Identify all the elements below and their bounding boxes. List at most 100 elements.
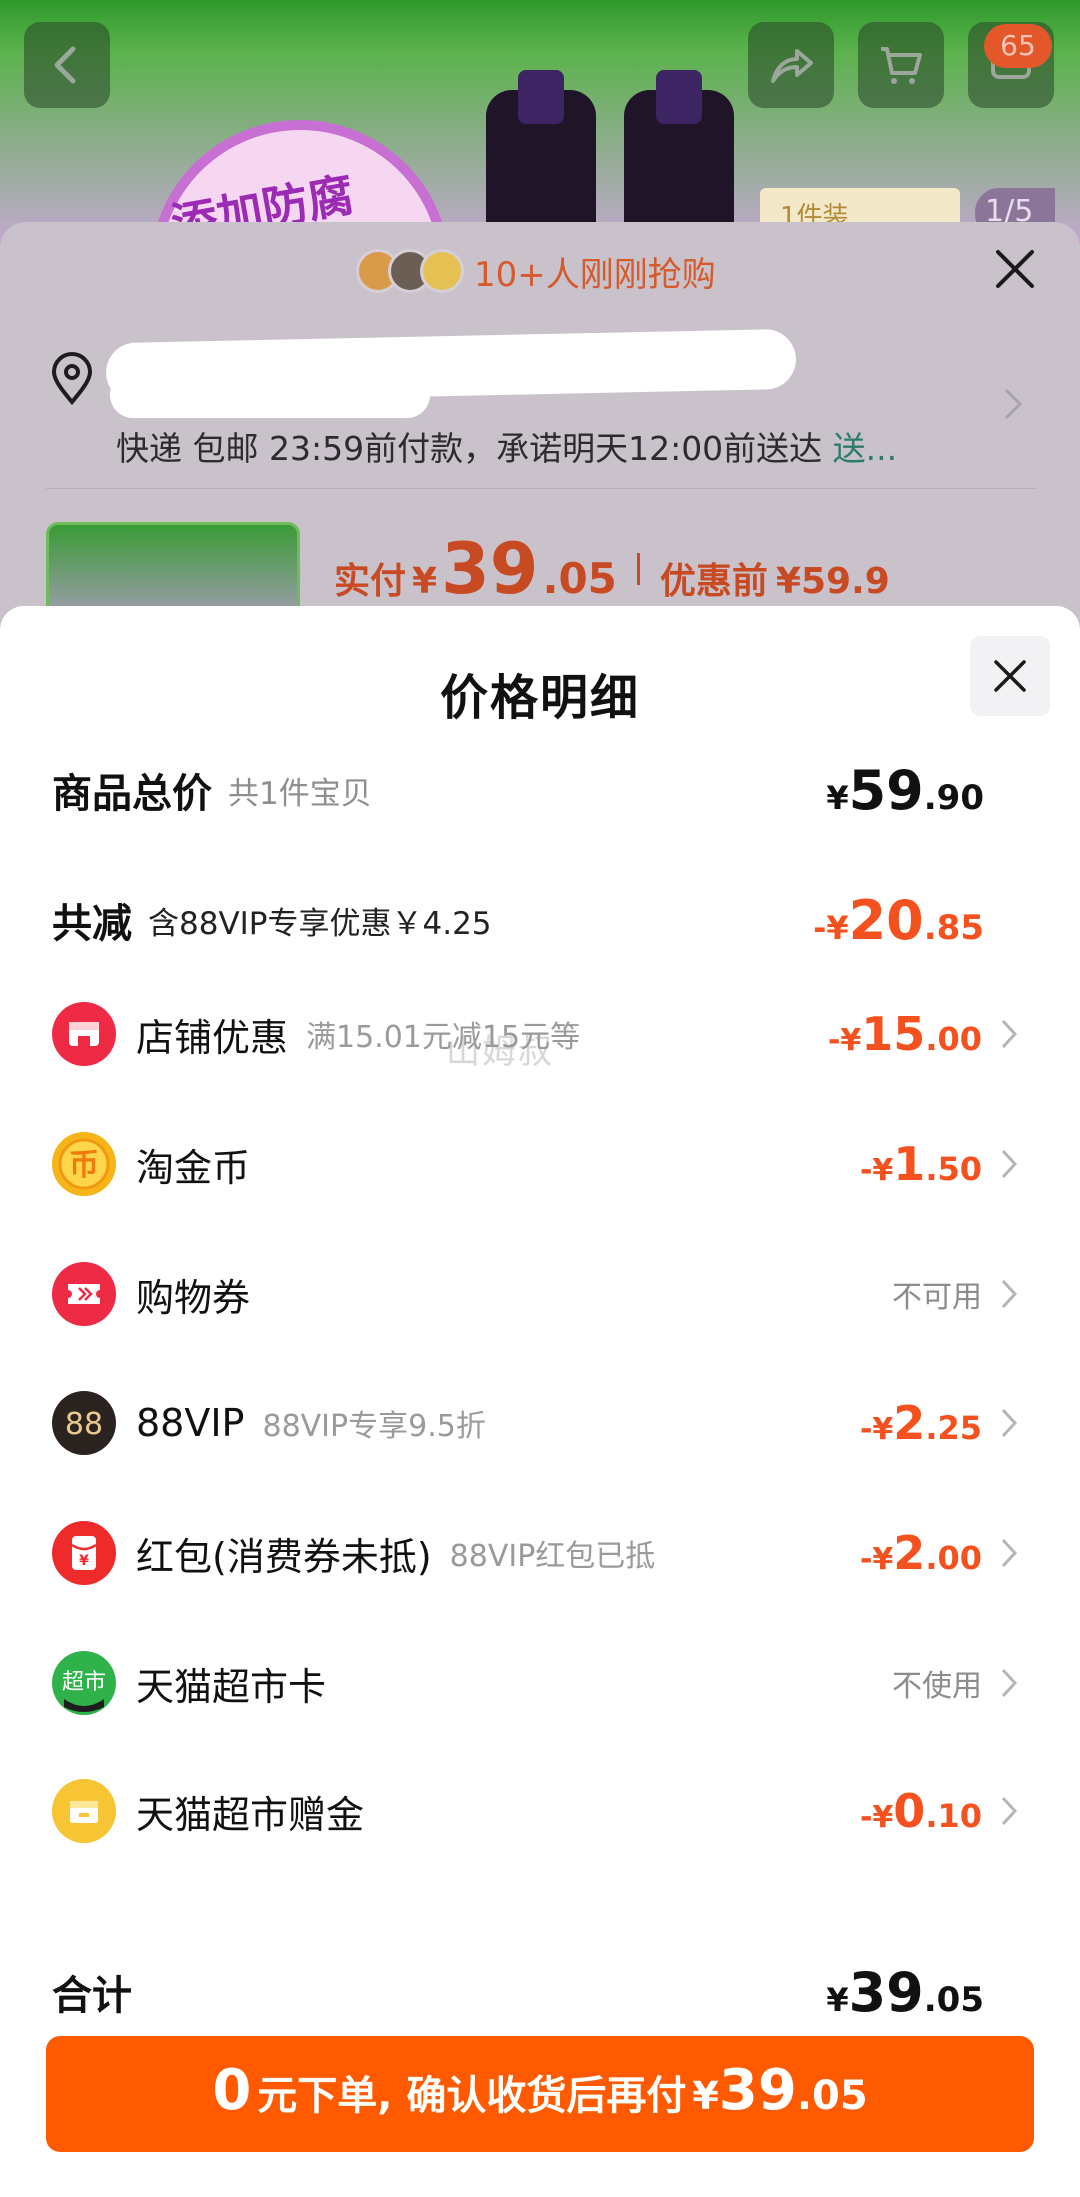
amount-dec: .00 [925,1539,982,1577]
currency-symbol: -¥ [859,1412,894,1447]
amount-dec: .25 [925,1409,982,1447]
discount-amount: -¥ 2 .00 [860,1526,982,1580]
discount-row-store-coupon[interactable]: 店铺优惠 满15.01元减15元等 -¥ 15 .00 [52,989,1020,1079]
discount-desc: 88VIP红包已抵 [449,1539,656,1574]
tmall-supermarket-card-icon: 超市 [52,1651,116,1715]
total-goods-label: 商品总价 [52,771,212,817]
cta-text: 元下单, 确认收货后再付 [257,2073,687,2119]
place-order-button[interactable]: 0 元下单, 确认收货后再付 ¥ 39 .05 [46,2036,1034,2152]
discount-value: -¥ 15 .00 [828,1007,1020,1061]
tmall-gift-money-icon [52,1779,116,1843]
shipping-more-link[interactable]: 送... [833,429,897,468]
price-int: 39 [441,528,539,610]
chevron-right-icon[interactable] [1000,386,1024,422]
share-button[interactable] [748,22,834,108]
store-coupon-icon [52,1002,116,1066]
total-reduction-label: 共减 [52,901,132,947]
price-currency: ¥ [412,561,438,602]
paid-label: 实付 [334,561,407,602]
currency-symbol: -¥ [859,1153,894,1188]
amount-int: 0 [893,1784,926,1838]
total-goods-row: 商品总价 共1件宝贝 ¥ 59 .90 [52,750,984,830]
red-packet-icon: ¥ [52,1521,116,1585]
svg-text:¥: ¥ [79,1553,89,1569]
currency-symbol: -¥ [813,908,849,947]
discount-value: -¥ 1 .50 [860,1137,1020,1191]
discount-name: 购物券 [136,1275,251,1320]
total-reduction-note: 含88VIP专享优惠￥4.25 [148,905,492,942]
grand-total-row: 合计 ¥ 39 .05 [52,1952,984,2032]
chevron-right-icon [1001,1019,1018,1049]
chevron-right-icon [1001,1279,1018,1309]
discount-row-tmall-card[interactable]: 超市 天猫超市卡 不使用 [52,1638,1020,1728]
total-reduction-amount: -¥ 20 .85 [813,889,984,952]
discount-amount: -¥ 0 .10 [860,1784,982,1838]
discount-status: 不使用 [892,1669,982,1704]
discount-amount: -¥ 15 .00 [828,1007,982,1061]
amount-int: 59 [848,758,924,822]
amount-int: 20 [848,888,924,952]
amount-dec: .00 [925,1020,982,1058]
currency-symbol: -¥ [827,1023,862,1058]
discount-value: 不可用 [892,1272,1020,1316]
shipping-info: 快递 包邮 23:59前付款，承诺明天12:00前送达 送... [116,422,897,470]
chevron-left-icon [54,46,76,84]
total-reduction-row: 共减 含88VIP专享优惠￥4.25 -¥ 20 .85 [52,880,984,960]
chevron-right-icon [1001,1408,1018,1438]
discount-row-88vip[interactable]: 88 88VIP 88VIP专享9.5折 -¥ 2 .25 [52,1378,1020,1468]
grand-total-amount: ¥ 39 .05 [826,1961,984,2024]
currency-symbol: -¥ [859,1542,894,1577]
discount-row-gold-coin[interactable]: 币 淘金币 -¥ 1 .50 [52,1119,1020,1209]
buyer-avatar [420,249,464,293]
svg-text:超市: 超市 [62,1670,106,1695]
close-button[interactable] [970,636,1050,716]
amount-int: 39 [848,1960,924,2024]
price-separator [636,553,640,585]
amount-int: 2 [893,1396,926,1450]
shipping-info-text: 快递 包邮 23:59前付款，承诺明天12:00前送达 [116,429,833,468]
price-detail-panel: 价格明细 山姆叔 商品总价 共1件宝贝 ¥ 59 .90 共减 含88VIP专享… [0,606,1080,2197]
currency-symbol: -¥ [859,1800,894,1835]
discount-value: 不使用 [892,1661,1020,1705]
discount-row-tmall-gift-money[interactable]: 天猫超市赠金 -¥ 0 .10 [52,1766,1020,1856]
panel-title: 价格明细 [439,670,640,726]
amount-dec: .50 [925,1150,982,1188]
discount-name: 红包(消费券未抵) [136,1534,432,1579]
total-goods-count: 共1件宝贝 [228,775,372,812]
amount-int: 2 [893,1526,926,1580]
recent-buyers: 10+人刚刚抢购 [356,246,716,296]
cta-zero: 0 [212,2058,252,2123]
total-goods-amount: ¥ 59 .90 [826,759,984,822]
svg-text:币: 币 [69,1148,99,1183]
cta-currency: ¥ [692,2074,719,2118]
discount-value: -¥ 0 .10 [860,1784,1020,1838]
back-button[interactable] [24,22,110,108]
shopping-voucher-icon [52,1262,116,1326]
amount-dec: .05 [923,1979,984,2020]
discount-name: 天猫超市卡 [136,1664,327,1709]
currency-symbol: ¥ [826,778,849,817]
grand-total-label: 合计 [52,1973,132,2019]
discount-amount: -¥ 1 .50 [860,1137,982,1191]
original-label: 优惠前 [659,561,768,602]
amount-int: 1 [893,1137,926,1191]
close-icon[interactable] [990,244,1040,294]
discount-desc: 88VIP专享9.5折 [262,1409,486,1444]
discount-row-red-packet[interactable]: ¥ 红包(消费券未抵) 88VIP红包已抵 -¥ 2 .00 [52,1508,1020,1598]
original-price: ¥59.9 [775,561,890,602]
chevron-right-icon [1001,1668,1018,1698]
cta-amount-int: 39 [718,2058,797,2123]
discount-name: 天猫超市赠金 [136,1792,365,1837]
discount-value: -¥ 2 .25 [860,1396,1020,1450]
gold-coin-icon: 币 [52,1132,116,1196]
discount-row-shopping-voucher[interactable]: 购物券 不可用 [52,1249,1020,1339]
amount-dec: .10 [925,1797,982,1835]
recent-buyers-text: 10+人刚刚抢购 [474,254,716,295]
divider [46,488,1036,489]
chevron-right-icon [1001,1538,1018,1568]
chevron-right-icon [1001,1796,1018,1826]
discount-name: 88VIP [136,1401,245,1445]
cart-button[interactable] [858,22,944,108]
cart-count-badge: 65 [984,24,1052,68]
amount-dec: .85 [923,907,984,948]
